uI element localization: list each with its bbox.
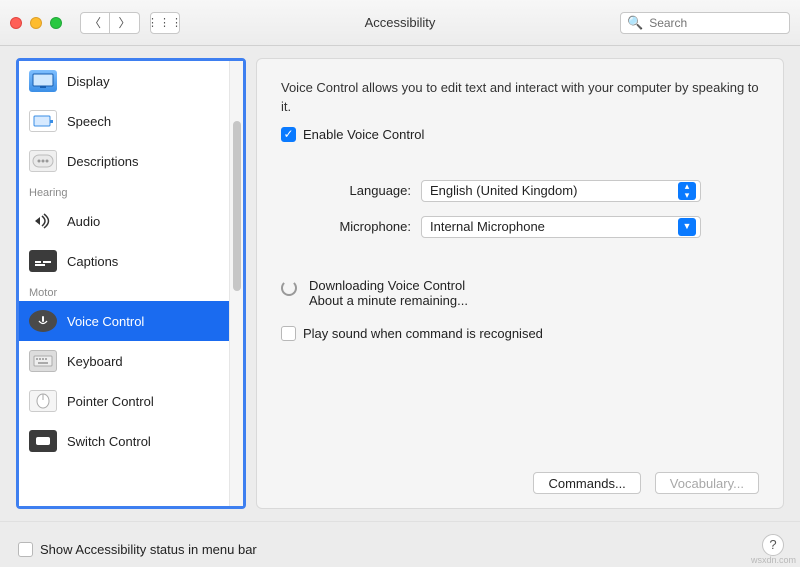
pane-button-row: Commands... Vocabulary... (533, 472, 759, 494)
status-menubar-label: Show Accessibility status in menu bar (40, 542, 257, 557)
keyboard-icon (29, 350, 57, 372)
sidebar[interactable]: Display Speech Descriptions Hearing (19, 61, 229, 506)
sidebar-section-motor: Motor (19, 281, 229, 301)
chevron-right-icon: 〉 (118, 14, 130, 31)
download-status: Downloading Voice Control About a minute… (281, 278, 759, 308)
sidebar-item-keyboard[interactable]: Keyboard (19, 341, 229, 381)
pointer-control-icon (29, 390, 57, 412)
forward-button[interactable]: 〉 (110, 12, 140, 34)
vocabulary-button: Vocabulary... (655, 472, 759, 494)
sidebar-item-label: Audio (67, 214, 100, 229)
enable-voice-control-row[interactable]: ✓ Enable Voice Control (281, 127, 759, 142)
microphone-value: Internal Microphone (430, 219, 545, 234)
search-icon: 🔍 (627, 15, 643, 31)
back-button[interactable]: 〈 (80, 12, 110, 34)
sidebar-item-label: Descriptions (67, 154, 139, 169)
window-title: Accessibility (190, 15, 610, 30)
sidebar-item-label: Switch Control (67, 434, 151, 449)
commands-button[interactable]: Commands... (533, 472, 640, 494)
nav-buttons: 〈 〉 (80, 12, 140, 34)
enable-voice-control-checkbox[interactable]: ✓ (281, 127, 296, 142)
commands-button-label: Commands... (548, 476, 625, 491)
sidebar-item-captions[interactable]: Captions (19, 241, 229, 281)
minimize-icon[interactable] (30, 17, 42, 29)
download-status-line2: About a minute remaining... (309, 293, 468, 308)
spinner-icon (281, 280, 297, 296)
sidebar-scrollbar[interactable] (229, 61, 243, 506)
sidebar-item-pointer-control[interactable]: Pointer Control (19, 381, 229, 421)
pane-description: Voice Control allows you to edit text an… (281, 79, 759, 117)
language-select[interactable]: English (United Kingdom) ▴▾ (421, 180, 701, 202)
sidebar-item-audio[interactable]: Audio (19, 201, 229, 241)
play-sound-row[interactable]: Play sound when command is recognised (281, 326, 759, 341)
sidebar-item-label: Captions (67, 254, 118, 269)
help-icon: ? (769, 537, 776, 552)
chevron-down-icon: ▼ (678, 218, 696, 236)
sidebar-item-label: Speech (67, 114, 111, 129)
enable-voice-control-label: Enable Voice Control (303, 127, 424, 142)
language-value: English (United Kingdom) (430, 183, 577, 198)
audio-icon (29, 210, 57, 232)
microphone-row: Microphone: Internal Microphone ▼ (281, 216, 759, 238)
language-row: Language: English (United Kingdom) ▴▾ (281, 180, 759, 202)
captions-icon (29, 250, 57, 272)
zoom-icon[interactable] (50, 17, 62, 29)
speech-icon (29, 110, 57, 132)
play-sound-label: Play sound when command is recognised (303, 326, 543, 341)
status-menubar-row[interactable]: Show Accessibility status in menu bar (18, 542, 257, 557)
sidebar-item-display[interactable]: Display (19, 61, 229, 101)
updown-icon: ▴▾ (678, 182, 696, 200)
sidebar-focus-ring: Display Speech Descriptions Hearing (16, 58, 246, 509)
close-icon[interactable] (10, 17, 22, 29)
microphone-label: Microphone: (281, 219, 421, 234)
switch-control-icon (29, 430, 57, 452)
watermark: wsxdn.com (751, 555, 796, 565)
preferences-window: 〈 〉 ⋮⋮⋮ Accessibility 🔍 Display (0, 0, 800, 567)
detail-pane: Voice Control allows you to edit text an… (256, 58, 784, 509)
content-area: Display Speech Descriptions Hearing (0, 46, 800, 521)
sidebar-item-switch-control[interactable]: Switch Control (19, 421, 229, 461)
sidebar-item-voice-control[interactable]: Voice Control (19, 301, 229, 341)
sidebar-item-label: Voice Control (67, 314, 144, 329)
descriptions-icon (29, 150, 57, 172)
grid-icon: ⋮⋮⋮ (147, 16, 183, 29)
scrollbar-thumb[interactable] (233, 121, 241, 291)
show-all-button[interactable]: ⋮⋮⋮ (150, 12, 180, 34)
sidebar-section-hearing: Hearing (19, 181, 229, 201)
display-icon (29, 70, 57, 92)
help-button[interactable]: ? (762, 534, 784, 556)
bottom-bar: Show Accessibility status in menu bar ? (0, 521, 800, 567)
language-label: Language: (281, 183, 421, 198)
voice-control-icon (29, 310, 57, 332)
sidebar-item-label: Pointer Control (67, 394, 154, 409)
chevron-left-icon: 〈 (89, 14, 101, 31)
download-status-line1: Downloading Voice Control (309, 278, 468, 293)
play-sound-checkbox[interactable] (281, 326, 296, 341)
search-input[interactable] (647, 15, 783, 31)
sidebar-item-speech[interactable]: Speech (19, 101, 229, 141)
titlebar: 〈 〉 ⋮⋮⋮ Accessibility 🔍 (0, 0, 800, 46)
search-field[interactable]: 🔍 (620, 12, 790, 34)
window-controls (10, 17, 62, 29)
status-menubar-checkbox[interactable] (18, 542, 33, 557)
sidebar-item-label: Keyboard (67, 354, 123, 369)
microphone-select[interactable]: Internal Microphone ▼ (421, 216, 701, 238)
sidebar-item-descriptions[interactable]: Descriptions (19, 141, 229, 181)
sidebar-item-label: Display (67, 74, 110, 89)
vocabulary-button-label: Vocabulary... (670, 476, 744, 491)
